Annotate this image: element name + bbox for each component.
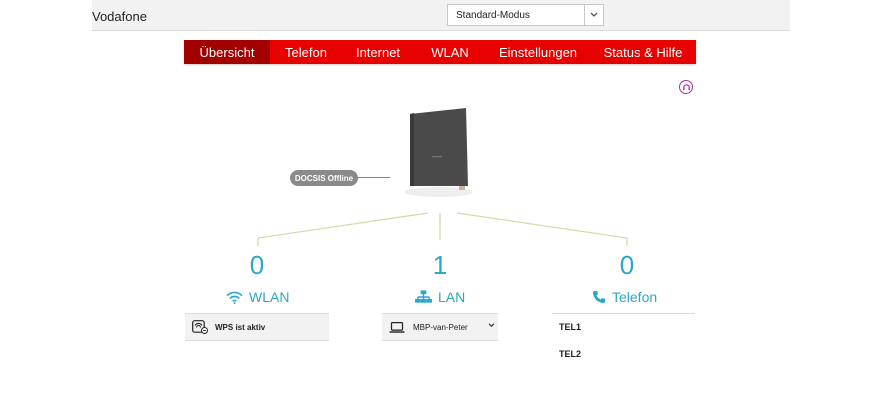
device-name: MBP-van-Peter xyxy=(413,322,468,332)
phone-icon xyxy=(593,291,605,303)
telefon-category[interactable]: Telefon xyxy=(592,289,657,305)
telefon-count: 0 xyxy=(619,250,635,280)
telefon-label: Telefon xyxy=(612,289,658,305)
wifi-icon xyxy=(226,291,243,304)
lan-count: 1 xyxy=(432,250,448,280)
lan-category[interactable]: LAN xyxy=(415,289,465,305)
wps-status: WPS ist aktiv xyxy=(215,322,266,332)
tel2-label: TEL2 xyxy=(559,349,582,359)
chevron-down-icon[interactable] xyxy=(488,323,495,328)
network-icon xyxy=(415,290,432,303)
lan-label: LAN xyxy=(438,289,466,305)
list-item-wps[interactable]: WPS ist aktiv xyxy=(185,313,329,341)
wlan-label: WLAN xyxy=(249,289,290,305)
tel1-label: TEL1 xyxy=(559,322,582,332)
divider xyxy=(552,313,695,314)
laptop-icon xyxy=(389,321,405,333)
wlan-category[interactable]: WLAN xyxy=(226,289,289,305)
wlan-count: 0 xyxy=(249,250,265,280)
list-item-device[interactable]: MBP-van-Peter xyxy=(382,313,498,341)
wps-icon xyxy=(192,320,208,334)
